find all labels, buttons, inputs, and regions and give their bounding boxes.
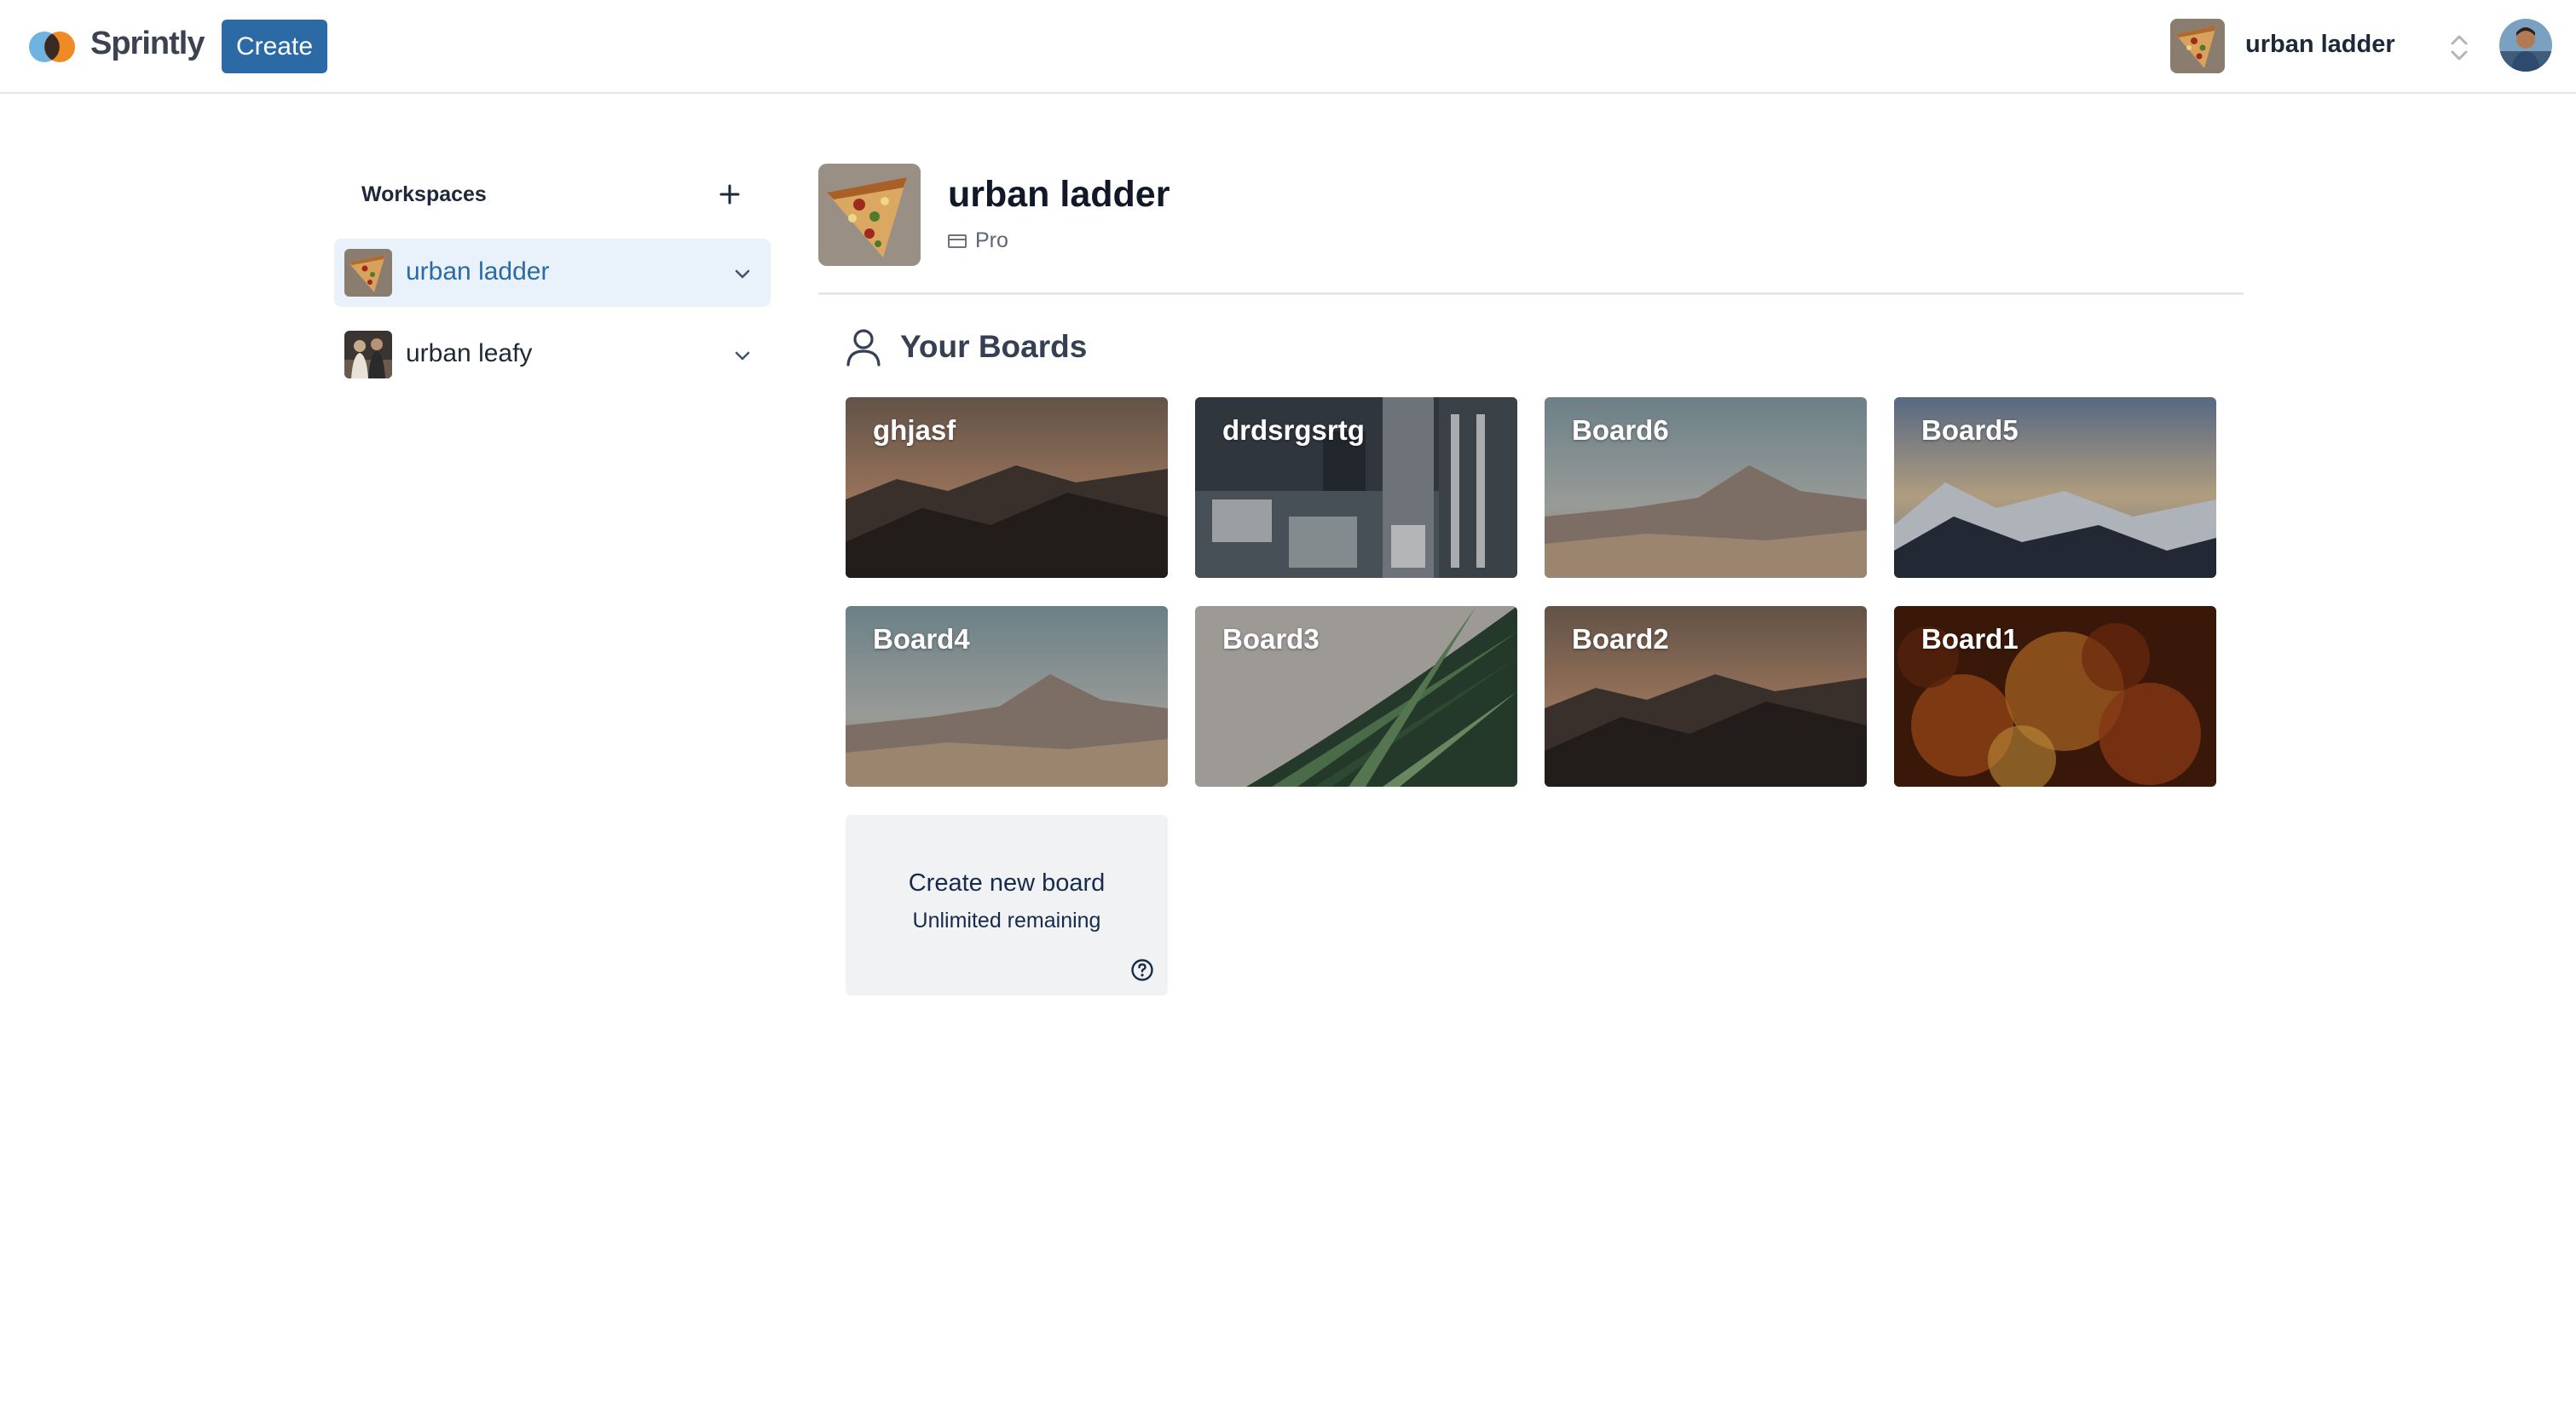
current-workspace-name[interactable]: urban ladder [2245, 31, 2395, 59]
board-tile[interactable]: Board1 [1894, 606, 2216, 787]
chevron-down-icon[interactable] [731, 344, 754, 367]
workspace-logo [818, 164, 921, 266]
sprintly-logo-icon[interactable] [27, 29, 78, 65]
board-title: drdsrgsrtg [1222, 414, 1365, 446]
sidebar-item-urban-leafy[interactable]: urban leafy [334, 320, 771, 389]
sidebar-item-label: urban ladder [406, 257, 550, 286]
page-title: urban ladder [948, 174, 1170, 215]
add-workspace-plus-icon[interactable] [714, 179, 745, 210]
board-title: ghjasf [873, 414, 956, 446]
board-title: Board2 [1572, 623, 1669, 655]
divider [818, 292, 2244, 295]
brand-name[interactable]: Sprintly [90, 26, 205, 62]
create-new-board-card[interactable]: Create new board Unlimited remaining [846, 815, 1168, 996]
person-icon [846, 329, 881, 367]
board-title: Board1 [1921, 623, 2019, 655]
workspace-thumbnail[interactable] [2170, 19, 2225, 73]
board-tile[interactable]: Board3 [1195, 606, 1517, 787]
top-navigation-bar: Sprintly Create urban ladder [0, 0, 2576, 94]
create-button[interactable]: Create [222, 20, 327, 73]
board-title: Board4 [873, 623, 970, 655]
board-tile[interactable]: Board4 [846, 606, 1168, 787]
boards-section-title: Your Boards [900, 329, 1088, 364]
plan-badge: Pro [948, 228, 1008, 253]
workspace-thumbnail [344, 249, 392, 297]
credit-card-icon [948, 234, 967, 249]
workspace-thumbnail [344, 331, 392, 378]
chevron-down-icon[interactable] [731, 263, 754, 285]
sidebar-item-label: urban leafy [406, 339, 533, 367]
board-tile[interactable]: Board2 [1545, 606, 1867, 787]
board-tile[interactable]: ghjasf [846, 397, 1168, 578]
board-tile[interactable]: drdsrgsrtg [1195, 397, 1517, 578]
board-title: Board6 [1572, 414, 1669, 446]
board-tile[interactable]: Board6 [1545, 397, 1867, 578]
chevron-up-down-icon[interactable] [2448, 31, 2470, 65]
board-title: Board3 [1222, 623, 1320, 655]
user-avatar[interactable] [2499, 19, 2552, 72]
board-title: Board5 [1921, 414, 2019, 446]
help-question-icon[interactable] [1130, 958, 1154, 982]
create-board-title: Create new board [908, 869, 1106, 897]
sidebar-item-urban-ladder[interactable]: urban ladder [334, 239, 771, 307]
plan-label: Pro [975, 228, 1008, 252]
workspaces-heading: Workspaces [361, 182, 487, 206]
board-tile[interactable]: Board5 [1894, 397, 2216, 578]
create-board-remaining: Unlimited remaining [912, 909, 1101, 932]
